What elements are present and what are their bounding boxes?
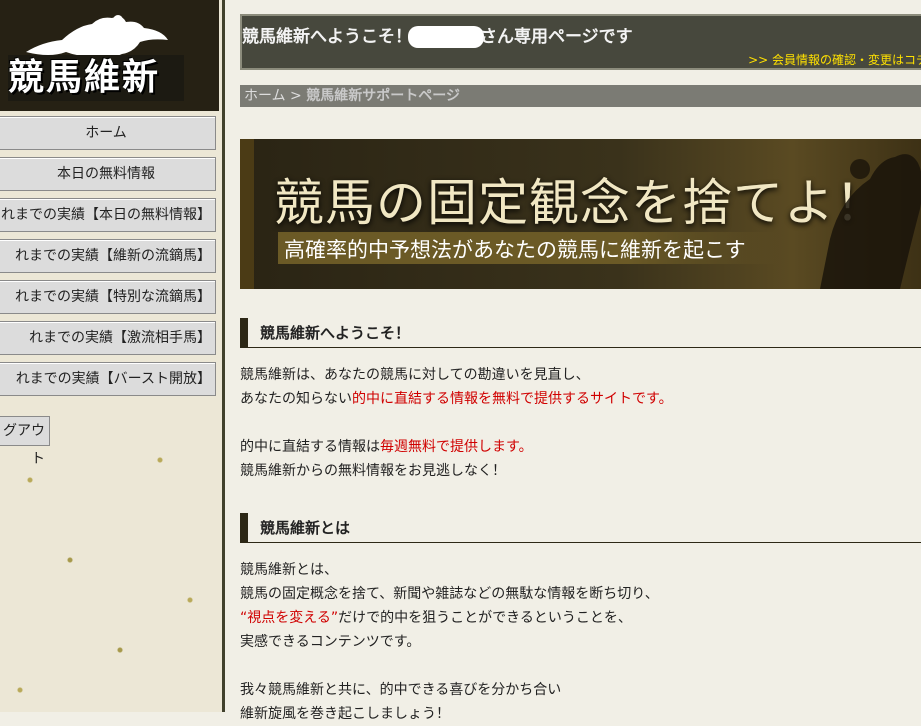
text-line [240, 411, 673, 435]
logo-text: 競馬維新 [8, 55, 184, 101]
welcome-suffix: さん専用ページです [480, 27, 633, 47]
section-text-welcome: 競馬維新は、あなたの競馬に対しての勘違いを見直し、 あなたの知らない的中に直結す… [240, 363, 673, 483]
welcome-title: 競馬維新へようこそ！ さん専用ページです [242, 22, 633, 48]
section-heading-welcome: 競馬維新へようこそ！ [240, 318, 921, 348]
sidebar-item-results-special[interactable]: れまでの実績【特別な流鏑馬】 [0, 280, 216, 314]
text-line: 競馬維新は、あなたの競馬に対しての勘違いを見直し、 [240, 367, 590, 383]
sidebar-item-results-yabusame[interactable]: れまでの実績【維新の流鏑馬】 [0, 239, 216, 273]
hero-banner: 競馬の固定観念を捨てよ！ 高確率的中予想法があなたの競馬に維新を起こす [240, 139, 921, 289]
sidebar-item-results-partner[interactable]: れまでの実績【激流相手馬】 [0, 321, 216, 355]
section-heading-about: 競馬維新とは [240, 513, 921, 543]
text-line: 実感できるコンテンツです。 [240, 634, 421, 650]
welcome-prefix: 競馬維新へようこそ！ [242, 27, 412, 47]
text-line: 維新旋風を巻き起こしましょう！ [240, 706, 450, 722]
racehorse-icon [820, 154, 921, 289]
sidebar-item-home[interactable]: ホーム [0, 116, 216, 150]
horse-jockey-icon [26, 15, 168, 57]
section-text-about: 競馬維新とは、 競馬の固定概念を捨て、新聞や雑誌などの無駄な情報を断ち切り、 “… [240, 558, 659, 726]
banner-subheading: 高確率的中予想法があなたの競馬に維新を起こす [284, 238, 746, 262]
sidebar-item-results-burst[interactable]: れまでの実績【バースト開放】 [0, 362, 216, 396]
text-line: 的中に直結する情報は毎週無料で提供します。 [240, 439, 533, 455]
site-logo[interactable]: 競馬維新 [0, 0, 219, 111]
text-line: 競馬維新からの無料情報をお見逃しなく！ [240, 463, 506, 479]
text-line: あなたの知らない的中に直結する情報を無料で提供するサイトです。 [240, 391, 673, 407]
sidebar: 競馬維新 ホーム 本日の無料情報 れまでの実績【本日の無料情報】 れまでの実績【… [0, 0, 225, 712]
banner-stripe [240, 139, 254, 289]
logout-button[interactable]: グアウト [0, 416, 50, 467]
text-line: 我々競馬維新と共に、的中できる喜びを分かち合い [240, 682, 562, 698]
banner-heading: 競馬の固定観念を捨てよ！ [274, 174, 886, 232]
text-line: 競馬維新とは、 [240, 562, 338, 578]
main-content: 競馬維新へようこそ！ さん専用ページです >> 会員情報の確認・変更はコチ ホーム… [229, 0, 921, 722]
sidebar-item-results-free[interactable]: れまでの実績【本日の無料情報】 [0, 198, 216, 232]
breadcrumb: ホーム > 競馬維新サポートページ [240, 85, 921, 107]
welcome-header: 競馬維新へようこそ！ さん専用ページです >> 会員情報の確認・変更はコチ [240, 14, 921, 70]
breadcrumb-separator: > [285, 88, 307, 104]
text-line [240, 654, 659, 678]
text-line: “視点を変える”だけで的中を狙うことができるということを、 [240, 610, 632, 626]
redacted-username [408, 26, 484, 48]
banner-subheading-bar: 高確率的中予想法があなたの競馬に維新を起こす [278, 232, 778, 264]
breadcrumb-home[interactable]: ホーム [244, 88, 286, 104]
breadcrumb-current: 競馬維新サポートページ [306, 88, 460, 104]
sidebar-item-free-info[interactable]: 本日の無料情報 [0, 157, 216, 191]
member-info-link[interactable]: >> 会員情報の確認・変更はコチ [748, 51, 921, 68]
text-line: 競馬の固定概念を捨て、新聞や雑誌などの無駄な情報を断ち切り、 [240, 586, 659, 602]
